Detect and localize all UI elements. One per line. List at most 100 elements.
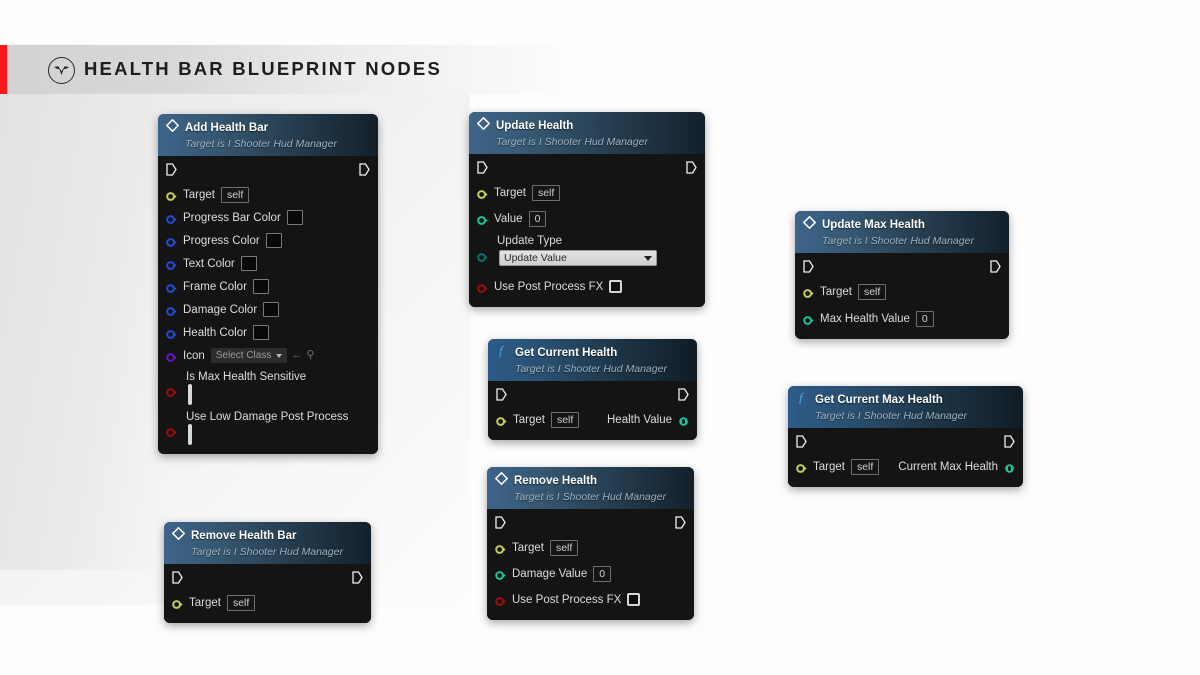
enum-pin-icon[interactable] xyxy=(477,250,488,262)
pin-value-target[interactable]: self xyxy=(550,411,580,428)
float-pin-icon[interactable] xyxy=(495,568,506,580)
pin-row-text-color[interactable]: Text Color xyxy=(158,252,378,275)
class-pin-icon[interactable] xyxy=(166,350,177,362)
object-pin-icon[interactable] xyxy=(796,461,807,473)
color-swatch-text[interactable] xyxy=(240,256,257,271)
node-body: Target self Progress Bar Color Progress … xyxy=(158,156,378,454)
pin-row-use-post-process-fx[interactable]: Use Post Process FX xyxy=(469,275,705,298)
pin-row-progress-color[interactable]: Progress Color xyxy=(158,229,378,252)
pin-row-progress-bar-color[interactable]: Progress Bar Color xyxy=(158,206,378,229)
pin-row-is-max-health-sensitive[interactable]: Is Max Health Sensitive xyxy=(158,371,378,405)
exec-in-pin[interactable] xyxy=(803,260,814,273)
checkbox-use-post-process-fx[interactable] xyxy=(609,280,623,293)
exec-out-pin[interactable] xyxy=(686,161,697,174)
search-icon[interactable]: ⚲ xyxy=(306,350,314,361)
object-pin-icon[interactable] xyxy=(477,187,488,199)
pin-input-group[interactable]: Target self xyxy=(496,411,580,428)
pin-row-use-post-process-fx[interactable]: Use Post Process FX xyxy=(487,588,694,611)
color-swatch-frame[interactable] xyxy=(252,279,269,294)
object-pin-icon[interactable] xyxy=(803,286,814,298)
exec-in-pin[interactable] xyxy=(495,516,506,529)
exec-out-pin[interactable] xyxy=(359,163,370,176)
pin-input-group[interactable]: Target self xyxy=(796,458,880,475)
pin-value-target[interactable]: self xyxy=(226,594,256,611)
checkbox-wrap[interactable] xyxy=(166,384,370,405)
object-pin-icon[interactable] xyxy=(172,597,183,609)
color-swatch-progress[interactable] xyxy=(265,233,282,248)
pin-row-target[interactable]: Target self xyxy=(158,183,378,206)
exec-in-pin[interactable] xyxy=(496,388,507,401)
pin-value-target[interactable]: self xyxy=(531,184,561,201)
linearcolor-pin-icon[interactable] xyxy=(166,281,177,293)
color-swatch-health[interactable] xyxy=(252,325,269,340)
class-picker[interactable]: Select Class ← ⚲ xyxy=(210,348,314,363)
pin-value-target[interactable]: self xyxy=(549,539,579,556)
linearcolor-pin-icon[interactable] xyxy=(166,212,177,224)
linearcolor-pin-icon[interactable] xyxy=(166,235,177,247)
pin-row-target-and-output[interactable]: Target self Health Value xyxy=(488,408,697,431)
checkbox-use-post-process-fx[interactable] xyxy=(627,593,641,606)
pin-row-target[interactable]: Target self xyxy=(795,280,1009,303)
bool-pin-icon[interactable] xyxy=(166,425,177,437)
linearcolor-pin-icon[interactable] xyxy=(166,258,177,270)
class-select-dropdown[interactable]: Select Class xyxy=(210,348,288,363)
exec-out-pin[interactable] xyxy=(678,388,689,401)
object-pin-icon[interactable] xyxy=(496,414,507,426)
pin-value-target[interactable]: self xyxy=(850,458,880,475)
float-output-pin-icon[interactable] xyxy=(678,414,689,426)
pin-row-max-health-value[interactable]: Max Health Value 0 xyxy=(795,307,1009,330)
object-pin-icon[interactable] xyxy=(495,542,506,554)
exec-in-pin[interactable] xyxy=(172,571,183,584)
color-swatch-progress-bar[interactable] xyxy=(286,210,303,225)
exec-out-pin[interactable] xyxy=(990,260,1001,273)
pin-row-target[interactable]: Target self xyxy=(164,591,371,614)
node-get-current-max-health[interactable]: f Get Current Max Health Target is I Sho… xyxy=(788,386,1023,487)
node-update-health[interactable]: Update Health Target is I Shooter Hud Ma… xyxy=(469,112,705,307)
pin-value-value[interactable]: 0 xyxy=(528,210,547,227)
pin-row-frame-color[interactable]: Frame Color xyxy=(158,275,378,298)
exec-in-pin[interactable] xyxy=(166,163,177,176)
node-update-max-health[interactable]: Update Max Health Target is I Shooter Hu… xyxy=(795,211,1009,339)
checkbox-is-max-health-sensitive[interactable] xyxy=(188,384,192,405)
exec-in-pin[interactable] xyxy=(477,161,488,174)
float-output-pin-icon[interactable] xyxy=(1004,461,1015,473)
pin-value-target[interactable]: self xyxy=(857,283,887,300)
checkbox-wrap[interactable] xyxy=(166,424,370,445)
bool-pin-icon[interactable] xyxy=(495,594,506,606)
pin-row-update-type[interactable]: Update Type Update Value xyxy=(469,235,705,269)
pin-row-target-and-output[interactable]: Target self Current Max Health xyxy=(788,455,1023,478)
float-pin-icon[interactable] xyxy=(477,213,488,225)
exec-in-pin[interactable] xyxy=(796,435,807,448)
pin-value-max-health[interactable]: 0 xyxy=(915,310,934,327)
pin-row-use-low-damage-post-process[interactable]: Use Low Damage Post Process xyxy=(158,411,378,445)
pin-row-value[interactable]: Value 0 xyxy=(469,207,705,230)
combo-wrap[interactable]: Update Value xyxy=(477,250,697,266)
pin-row-target[interactable]: Target self xyxy=(469,181,705,204)
node-get-current-health[interactable]: f Get Current Health Target is I Shooter… xyxy=(488,339,697,440)
linearcolor-pin-icon[interactable] xyxy=(166,327,177,339)
bool-pin-icon[interactable] xyxy=(477,281,488,293)
pin-output-group[interactable]: Health Value xyxy=(607,414,689,426)
node-add-health-bar[interactable]: Add Health Bar Target is I Shooter Hud M… xyxy=(158,114,378,454)
pin-row-target[interactable]: Target self xyxy=(487,536,694,559)
pin-row-health-color[interactable]: Health Color xyxy=(158,321,378,344)
exec-out-pin[interactable] xyxy=(675,516,686,529)
pin-row-icon[interactable]: Icon Select Class ← ⚲ xyxy=(158,344,378,367)
pin-row-damage-color[interactable]: Damage Color xyxy=(158,298,378,321)
float-pin-icon[interactable] xyxy=(803,313,814,325)
update-type-dropdown[interactable]: Update Value xyxy=(499,250,657,266)
object-pin-icon[interactable] xyxy=(166,189,177,201)
exec-out-pin[interactable] xyxy=(1004,435,1015,448)
pin-value-target[interactable]: self xyxy=(220,186,250,203)
node-remove-health[interactable]: Remove Health Target is I Shooter Hud Ma… xyxy=(487,467,694,620)
browse-back-icon[interactable]: ← xyxy=(291,350,302,361)
linearcolor-pin-icon[interactable] xyxy=(166,304,177,316)
node-remove-health-bar[interactable]: Remove Health Bar Target is I Shooter Hu… xyxy=(164,522,371,623)
exec-out-pin[interactable] xyxy=(352,571,363,584)
pin-output-group[interactable]: Current Max Health xyxy=(898,461,1015,473)
bool-pin-icon[interactable] xyxy=(166,385,177,397)
color-swatch-damage[interactable] xyxy=(263,302,280,317)
pin-value-damage[interactable]: 0 xyxy=(593,565,612,582)
pin-row-damage-value[interactable]: Damage Value 0 xyxy=(487,562,694,585)
checkbox-use-low-damage-post-process[interactable] xyxy=(188,424,192,445)
